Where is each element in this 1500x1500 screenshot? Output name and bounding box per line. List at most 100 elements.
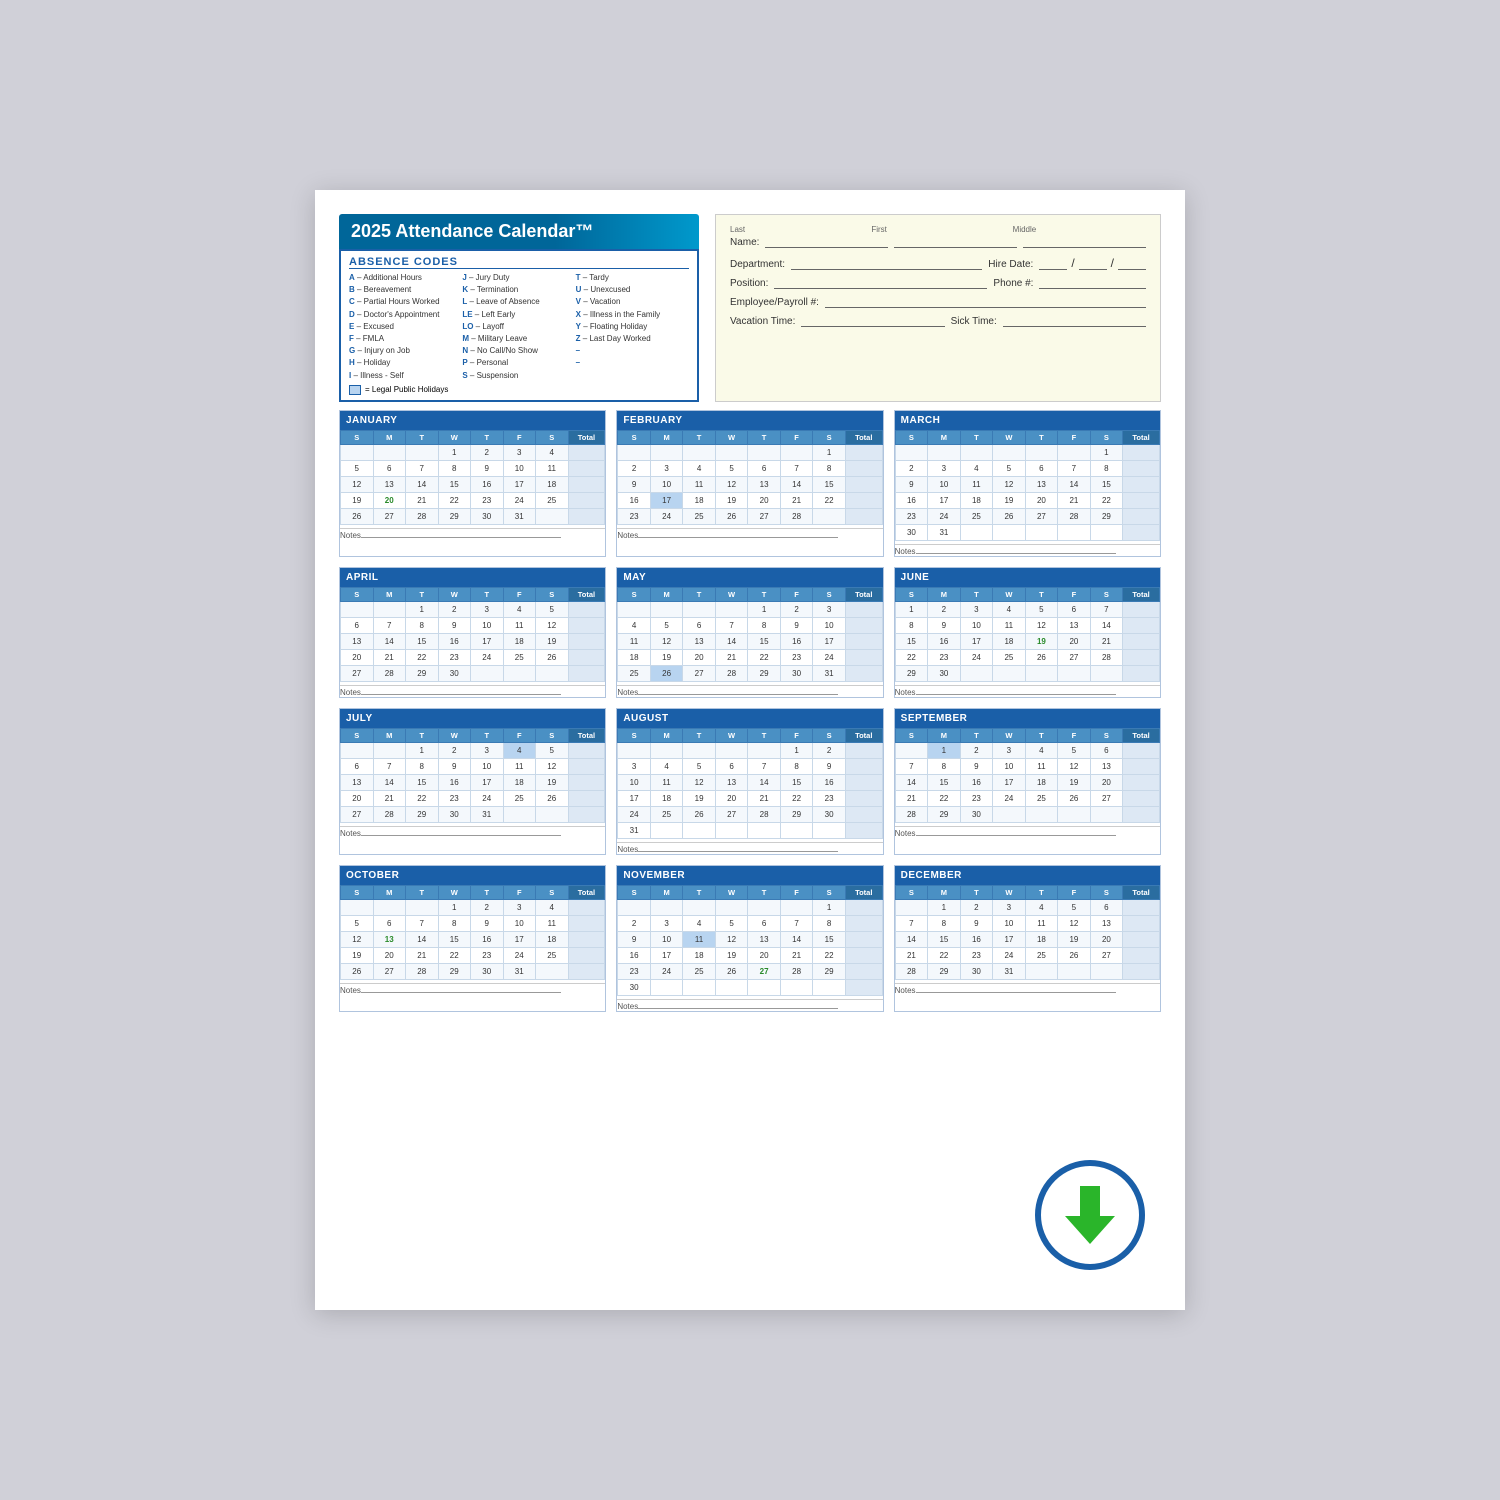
cal-cell: 6 — [373, 915, 406, 931]
col-header-f: F — [503, 885, 536, 899]
cal-cell — [1025, 524, 1058, 540]
cal-cell: 16 — [928, 633, 961, 649]
cal-cell: 23 — [928, 649, 961, 665]
cal-table: SMTWTFSTotal1234567891011121314151617181… — [617, 430, 882, 525]
cal-cell: 23 — [960, 790, 993, 806]
cal-cell: 22 — [895, 649, 928, 665]
cal-cell: 28 — [406, 963, 439, 979]
cal-cell: 2 — [813, 742, 846, 758]
cal-cell: 16 — [780, 633, 813, 649]
col-header-f: F — [503, 430, 536, 444]
cal-cell: 21 — [715, 649, 748, 665]
cal-cell — [568, 931, 605, 947]
cal-cell — [780, 822, 813, 838]
cal-cell: 29 — [438, 508, 471, 524]
cal-cell: 16 — [813, 774, 846, 790]
cal-cell: 17 — [650, 492, 683, 508]
code-X: X – Illness in the Family — [576, 309, 689, 320]
col-header-t: T — [1025, 430, 1058, 444]
download-circle[interactable] — [1035, 1160, 1145, 1270]
col-header-s: S — [618, 728, 651, 742]
cal-cell: 29 — [406, 665, 439, 681]
cal-cell: 28 — [1058, 508, 1091, 524]
cal-cell: 10 — [650, 931, 683, 947]
table-row: 6789101112 — [341, 758, 605, 774]
cal-cell: 4 — [536, 899, 569, 915]
cal-cell: 29 — [438, 963, 471, 979]
table-row: 31 — [618, 822, 882, 838]
cal-cell: 10 — [928, 476, 961, 492]
cal-cell — [1090, 665, 1123, 681]
cal-cell: 2 — [438, 601, 471, 617]
cal-cell: 14 — [1090, 617, 1123, 633]
cal-cell: 19 — [1058, 774, 1091, 790]
cal-cell — [715, 979, 748, 995]
cal-cell — [1123, 963, 1160, 979]
table-row: 567891011 — [341, 915, 605, 931]
cal-cell — [1123, 774, 1160, 790]
notes-underline — [361, 992, 561, 993]
code-U: U – Unexcused — [576, 284, 689, 295]
code-S: S – Suspension — [462, 370, 575, 381]
cal-cell — [568, 774, 605, 790]
middle-label: Middle — [1013, 225, 1146, 234]
cal-cell: 22 — [438, 947, 471, 963]
col-header-total: Total — [1123, 885, 1160, 899]
col-header-total: Total — [845, 728, 882, 742]
code-blank2: – — [576, 357, 689, 368]
header-section: 2025 Attendance Calendar™ ABSENCE CODES … — [339, 214, 1161, 402]
cal-cell: 27 — [683, 665, 716, 681]
download-overlay[interactable] — [1035, 1160, 1155, 1280]
col-header-s: S — [1090, 587, 1123, 601]
cal-cell: 8 — [928, 915, 961, 931]
dept-line: Department: Hire Date: / / — [730, 256, 1146, 270]
cal-cell: 20 — [715, 790, 748, 806]
code-P: P – Personal — [462, 357, 575, 368]
cal-cell: 26 — [715, 963, 748, 979]
notes-label: Notes — [617, 845, 638, 854]
cal-cell: 9 — [438, 617, 471, 633]
notes-underline — [638, 1008, 838, 1009]
cal-cell — [715, 601, 748, 617]
cal-month-title: JUNE — [895, 568, 1160, 587]
col-header-s: S — [895, 430, 928, 444]
cal-cell: 28 — [780, 963, 813, 979]
col-header-total: Total — [1123, 728, 1160, 742]
absence-codes-title: ABSENCE CODES — [349, 256, 689, 269]
cal-cell — [845, 758, 882, 774]
cal-cell: 31 — [471, 806, 504, 822]
cal-cell: 21 — [748, 790, 781, 806]
notes-underline — [916, 992, 1116, 993]
calendar-november: NOVEMBERSMTWTFSTotal12345678910111213141… — [616, 865, 883, 1012]
cal-cell: 7 — [780, 915, 813, 931]
cal-cell: 21 — [1090, 633, 1123, 649]
cal-cell: 17 — [471, 774, 504, 790]
cal-cell — [1025, 665, 1058, 681]
table-row: 2728293031 — [341, 806, 605, 822]
cal-cell: 30 — [438, 806, 471, 822]
position-label: Position: — [730, 278, 768, 289]
cal-cell: 6 — [1058, 601, 1091, 617]
cal-cell: 1 — [1090, 444, 1123, 460]
col-header-t: T — [960, 885, 993, 899]
cal-cell: 27 — [715, 806, 748, 822]
cal-cell: 6 — [1090, 899, 1123, 915]
notes-label: Notes — [617, 531, 638, 540]
cal-cell: 3 — [503, 899, 536, 915]
cal-cell: 3 — [650, 460, 683, 476]
sick-label: Sick Time: — [951, 316, 997, 327]
cal-cell: 16 — [471, 476, 504, 492]
cal-cell: 21 — [1058, 492, 1091, 508]
cal-cell — [341, 601, 374, 617]
cal-cell — [715, 822, 748, 838]
cal-cell: 12 — [1058, 915, 1091, 931]
cal-cell: 12 — [715, 476, 748, 492]
cal-cell — [715, 444, 748, 460]
col-header-m: M — [928, 728, 961, 742]
cal-cell — [993, 444, 1026, 460]
cal-cell: 28 — [373, 665, 406, 681]
cal-cell — [928, 444, 961, 460]
notes-underline — [361, 694, 561, 695]
col-header-w: W — [993, 728, 1026, 742]
cal-cell: 11 — [993, 617, 1026, 633]
